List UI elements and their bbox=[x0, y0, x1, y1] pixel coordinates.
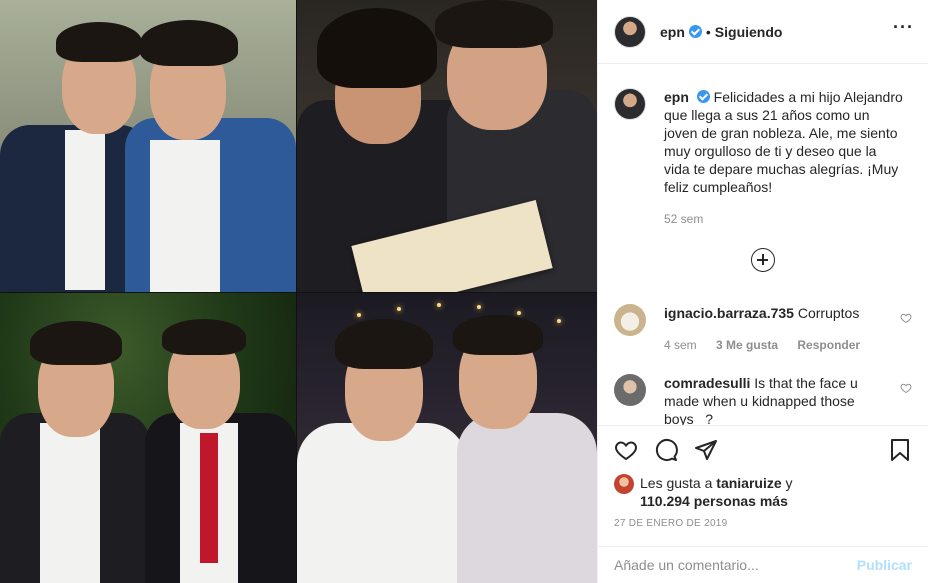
photo-panel-bottom-right bbox=[297, 293, 597, 583]
likes-count[interactable]: 110.294 personas más bbox=[640, 493, 788, 509]
post-header: epn • Siguiendo ··· bbox=[598, 0, 928, 64]
add-comment-section: Publicar bbox=[598, 546, 928, 583]
like-comment-heart-icon[interactable] bbox=[900, 382, 912, 394]
more-options-icon[interactable]: ··· bbox=[893, 18, 914, 36]
post-side-panel: epn • Siguiendo ··· epn Felicidades a mi… bbox=[597, 0, 928, 583]
post-username[interactable]: epn bbox=[660, 24, 685, 40]
likes-summary: Les gusta a taniaruize y 110.294 persona… bbox=[598, 474, 928, 510]
caption-username[interactable]: epn bbox=[664, 89, 689, 105]
comment-item: ignacio.barraza.735 Corruptos 4 sem 3 Me… bbox=[614, 304, 912, 354]
comment-time[interactable]: 4 sem bbox=[664, 338, 697, 352]
load-more-comments-icon[interactable] bbox=[751, 248, 775, 272]
comment-text: Corruptos bbox=[797, 305, 860, 321]
like-comment-heart-icon[interactable] bbox=[900, 312, 912, 324]
comment-username[interactable]: comradesulli bbox=[664, 375, 750, 391]
comment-avatar[interactable] bbox=[614, 304, 646, 336]
likes-prefix: Les gusta a bbox=[640, 475, 713, 491]
comment-input[interactable] bbox=[614, 557, 849, 573]
comments-list[interactable]: epn Felicidades a mi hijo Alejandro que … bbox=[598, 64, 928, 425]
verified-badge-icon bbox=[696, 90, 710, 103]
likes-connector: y bbox=[785, 475, 793, 491]
comment-likes[interactable]: 3 Me gusta bbox=[716, 338, 778, 352]
comment-item: comradesulli Is that the face u made whe… bbox=[614, 374, 912, 425]
post-photo[interactable] bbox=[0, 0, 597, 583]
instagram-post-view: epn • Siguiendo ··· epn Felicidades a mi… bbox=[0, 0, 928, 583]
photo-panel-bottom-left bbox=[0, 293, 296, 583]
separator-dot: • bbox=[705, 23, 711, 40]
comment-username[interactable]: ignacio.barraza.735 bbox=[664, 305, 794, 321]
liker-avatar[interactable] bbox=[614, 474, 634, 494]
caption-avatar[interactable] bbox=[614, 88, 646, 120]
action-icons-bar bbox=[598, 426, 928, 474]
publish-button[interactable]: Publicar bbox=[857, 557, 912, 573]
caption-text: Felicidades a mi hijo Alejandro que lleg… bbox=[664, 89, 903, 195]
caption-time[interactable]: 52 sem bbox=[664, 210, 904, 228]
photo-panel-top-left bbox=[0, 0, 296, 292]
like-heart-icon[interactable] bbox=[614, 438, 638, 462]
reply-button[interactable]: Responder bbox=[797, 338, 860, 352]
share-paper-plane-icon[interactable] bbox=[694, 438, 718, 462]
photo-panel-top-right bbox=[297, 0, 597, 292]
post-actions-area: Les gusta a taniaruize y 110.294 persona… bbox=[598, 425, 928, 529]
following-button[interactable]: Siguiendo bbox=[715, 24, 783, 40]
liker-username[interactable]: taniaruize bbox=[716, 475, 781, 491]
comment-bubble-icon[interactable] bbox=[654, 438, 678, 462]
avatar[interactable] bbox=[614, 15, 646, 48]
verified-badge-icon bbox=[688, 25, 702, 38]
save-bookmark-icon[interactable] bbox=[888, 438, 912, 462]
comment-avatar[interactable] bbox=[614, 374, 646, 406]
post-caption: epn Felicidades a mi hijo Alejandro que … bbox=[598, 64, 928, 228]
post-date[interactable]: 27 DE ENERO DE 2019 bbox=[598, 510, 928, 529]
